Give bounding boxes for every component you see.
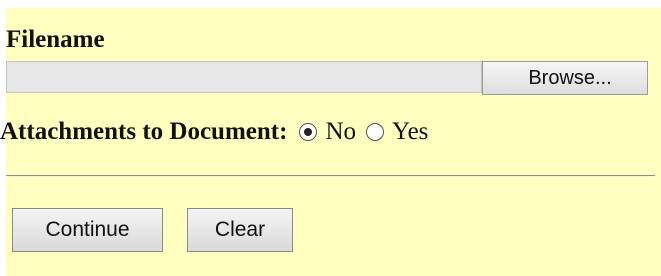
filename-label: Filename [6, 26, 105, 53]
clear-button[interactable]: Clear [187, 208, 293, 252]
attachments-row: Attachments to Document: No Yes [0, 116, 438, 148]
file-picker: Browse... [6, 61, 649, 95]
continue-button[interactable]: Continue [12, 208, 163, 252]
attachments-label: Attachments to Document: [0, 118, 288, 145]
attachments-yes-label[interactable]: Yes [392, 118, 428, 146]
attachments-no-radio[interactable] [299, 123, 318, 141]
attachments-no-label[interactable]: No [325, 118, 356, 146]
browse-button[interactable]: Browse... [482, 61, 648, 95]
section-divider [6, 175, 655, 177]
file-path-field[interactable] [6, 61, 482, 93]
attachments-yes-radio[interactable] [366, 123, 385, 141]
